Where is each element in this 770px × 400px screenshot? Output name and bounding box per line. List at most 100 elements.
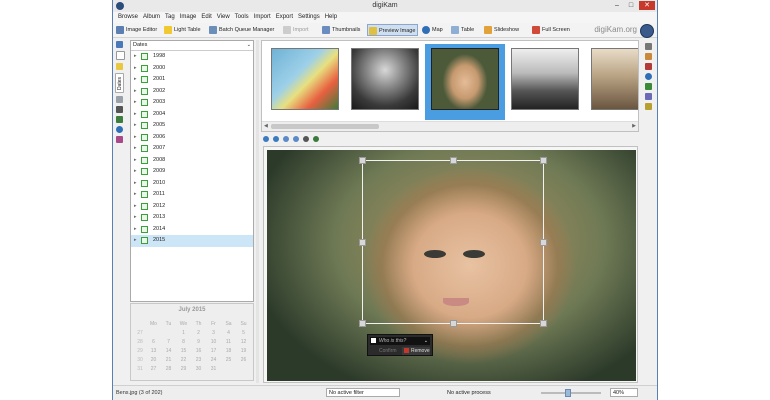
calendar-day[interactable]: 10	[206, 338, 221, 347]
expand-arrow-icon[interactable]: ▸	[134, 97, 137, 109]
thumbnail-item[interactable]	[505, 44, 585, 120]
labels-icon[interactable]	[116, 63, 123, 70]
menu-export[interactable]: Export	[276, 12, 293, 23]
forward-icon[interactable]	[273, 136, 279, 142]
calendar-day[interactable]: 20	[146, 356, 161, 365]
expand-arrow-icon[interactable]: ▸	[134, 143, 137, 155]
year-item[interactable]: ▸ 1998	[131, 51, 253, 63]
image-editor-button[interactable]: Image Editor	[115, 24, 159, 36]
calendar-day[interactable]: 19	[236, 347, 251, 356]
calendar-day[interactable]: 29	[176, 365, 191, 374]
calendar-day[interactable]: 3	[206, 329, 221, 338]
full-screen-button[interactable]: Full Screen	[531, 24, 572, 36]
calendar-day[interactable]: 14	[161, 347, 176, 356]
thumbnail-item[interactable]	[345, 44, 425, 120]
expand-arrow-icon[interactable]: ▸	[134, 51, 137, 63]
expand-arrow-icon[interactable]: ▸	[134, 189, 137, 201]
year-item[interactable]: ▸ 2010	[131, 178, 253, 190]
calendar-day[interactable]: 8	[176, 338, 191, 347]
face-name-input[interactable]: Who is this? ⌄	[370, 337, 430, 345]
menu-tag[interactable]: Tag	[165, 12, 175, 23]
add-face-icon[interactable]	[303, 136, 309, 142]
calendar-day[interactable]: 27	[146, 365, 161, 374]
year-item[interactable]: ▸ 2001	[131, 74, 253, 86]
year-item[interactable]: ▸ 2013	[131, 212, 253, 224]
expand-arrow-icon[interactable]: ▸	[134, 155, 137, 167]
calendar-day[interactable]: 2	[191, 329, 206, 338]
menu-album[interactable]: Album	[143, 12, 160, 23]
year-item[interactable]: ▸ 2012	[131, 201, 253, 213]
tags-icon[interactable]	[116, 51, 125, 60]
calendar-day[interactable]: 5	[236, 329, 251, 338]
face-scan-icon[interactable]	[313, 136, 319, 142]
preview-image-button[interactable]: Preview Image	[367, 24, 419, 36]
menu-browse[interactable]: Browse	[118, 12, 138, 23]
expand-arrow-icon[interactable]: ▸	[134, 109, 137, 121]
albums-icon[interactable]	[116, 41, 123, 48]
expand-arrow-icon[interactable]: ▸	[134, 120, 137, 132]
calendar-day[interactable]: 28	[161, 365, 176, 374]
resize-handle[interactable]	[450, 320, 457, 327]
year-item[interactable]: ▸ 2007	[131, 143, 253, 155]
expand-arrow-icon[interactable]: ▸	[134, 74, 137, 86]
resize-handle[interactable]	[450, 157, 457, 164]
minimize-button[interactable]: –	[611, 1, 623, 10]
year-item[interactable]: ▸ 2000	[131, 63, 253, 75]
import-button[interactable]: Import	[282, 24, 311, 36]
calendar-day[interactable]: 13	[146, 347, 161, 356]
back-icon[interactable]	[263, 136, 269, 142]
calendar-day[interactable]: 4	[221, 329, 236, 338]
calendar-day[interactable]: 26	[236, 356, 251, 365]
calendar-day[interactable]: 21	[161, 356, 176, 365]
resize-handle[interactable]	[359, 239, 366, 246]
expand-arrow-icon[interactable]: ▸	[134, 166, 137, 178]
close-button[interactable]: ✕	[639, 1, 655, 10]
properties-icon[interactable]	[645, 43, 652, 50]
slideshow-button[interactable]: Slideshow	[483, 24, 521, 36]
chevron-down-icon[interactable]: ⌄	[424, 337, 428, 345]
calendar-day[interactable]: 7	[161, 338, 176, 347]
rotate-right-icon[interactable]	[293, 136, 299, 142]
thumbnail-item[interactable]	[585, 44, 638, 120]
face-checkbox[interactable]	[371, 338, 376, 343]
panel-splitter[interactable]	[256, 40, 259, 383]
expand-arrow-icon[interactable]: ▸	[134, 63, 137, 75]
thumbnail-item[interactable]	[265, 44, 345, 120]
thumbnail-scrollbar[interactable]: ◀ ▶	[262, 121, 638, 131]
expand-arrow-icon[interactable]: ▸	[134, 201, 137, 213]
menu-view[interactable]: View	[217, 12, 230, 23]
zoom-level-field[interactable]: 40%	[610, 388, 638, 397]
calendar-day[interactable]: 9	[191, 338, 206, 347]
year-item[interactable]: ▸ 2003	[131, 97, 253, 109]
filter-status[interactable]: No active filter	[326, 388, 400, 397]
metadata-icon[interactable]	[645, 53, 652, 60]
calendar-day[interactable]: 25	[221, 356, 236, 365]
captions-icon[interactable]	[645, 83, 652, 90]
thumbnail-item-selected[interactable]	[425, 44, 505, 120]
menu-image[interactable]: Image	[180, 12, 197, 23]
scrollbar-thumb[interactable]	[271, 124, 379, 129]
calendar-day[interactable]: 16	[191, 347, 206, 356]
calendar-day[interactable]: 12	[236, 338, 251, 347]
light-table-button[interactable]: Light Table	[163, 24, 203, 36]
expand-arrow-icon[interactable]: ▸	[134, 212, 137, 224]
expand-arrow-icon[interactable]: ▸	[134, 86, 137, 98]
year-item[interactable]: ▸ 2005	[131, 120, 253, 132]
resize-handle[interactable]	[540, 157, 547, 164]
year-item[interactable]: ▸ 2009	[131, 166, 253, 178]
year-item[interactable]: ▸ 2004	[131, 109, 253, 121]
expand-arrow-icon[interactable]: ▸	[134, 224, 137, 236]
scroll-right-icon[interactable]: ▶	[632, 122, 636, 131]
table-button[interactable]: Table	[450, 24, 476, 36]
timeline-icon[interactable]	[116, 96, 123, 103]
thumbnails-button[interactable]: Thumbnails	[321, 24, 362, 36]
people-icon[interactable]	[116, 136, 123, 143]
year-item[interactable]: ▸ 2002	[131, 86, 253, 98]
calendar-day[interactable]: 24	[206, 356, 221, 365]
menu-settings[interactable]: Settings	[298, 12, 320, 23]
scroll-left-icon[interactable]: ◀	[264, 122, 268, 131]
zoom-slider-handle[interactable]	[565, 389, 571, 397]
year-item[interactable]: ▸ 2015	[131, 235, 253, 247]
face-region[interactable]	[359, 157, 547, 327]
confirm-button[interactable]: Confirm	[371, 347, 397, 355]
